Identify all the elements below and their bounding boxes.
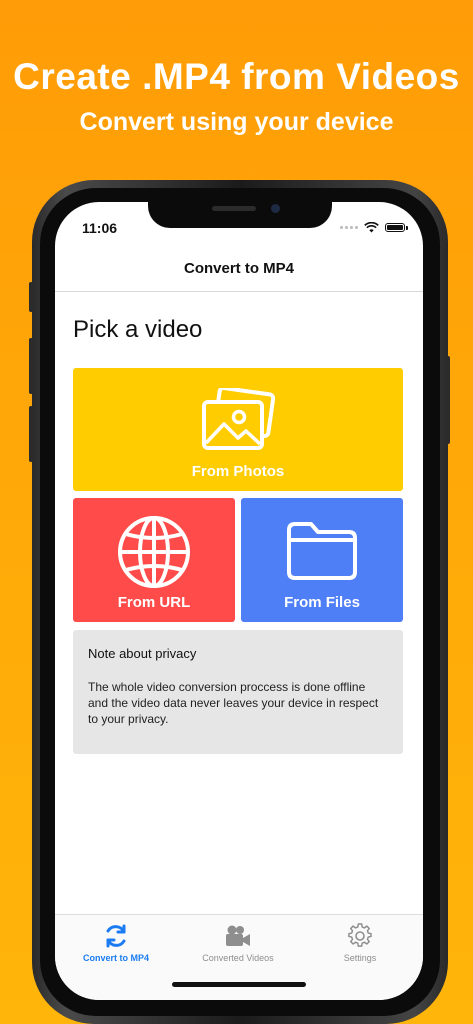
front-camera [271, 204, 280, 213]
from-files-label: From Files [284, 594, 360, 611]
gear-icon [348, 923, 372, 947]
from-files-button[interactable]: From Files [241, 498, 403, 622]
privacy-title: Note about privacy [88, 646, 197, 661]
phone-screen: 11:06 Convert to MP4 Pick a video From P… [55, 202, 423, 1000]
globe-icon [118, 516, 190, 588]
from-url-label: From URL [117, 594, 191, 611]
phone-volume-up [29, 338, 33, 394]
tab-settings[interactable]: Settings [299, 923, 421, 963]
notch [148, 202, 332, 228]
tab-convert-to-mp4-label: Convert to MP4 [82, 953, 149, 963]
phone-volume-down [29, 406, 33, 462]
tab-bar: Convert to MP4 Converted Videos Settings [55, 914, 423, 1000]
home-indicator [172, 982, 306, 987]
speaker-grille [212, 206, 256, 211]
folder-icon [287, 522, 357, 580]
tab-settings-label: Settings [343, 953, 377, 963]
convert-icon [106, 924, 126, 948]
nav-divider [55, 291, 423, 292]
privacy-body: The whole video conversion proccess is d… [88, 680, 379, 726]
privacy-note: Note about privacy The whole video conve… [73, 630, 403, 754]
tab-convert-to-mp4[interactable]: Convert to MP4 [55, 923, 177, 963]
from-photos-label: From Photos [191, 463, 285, 480]
battery-icon [385, 223, 408, 232]
nav-title: Convert to MP4 [183, 260, 294, 277]
video-camera-icon [226, 925, 250, 946]
wifi-icon [364, 222, 379, 233]
promo-subline: Convert using your device [79, 108, 394, 136]
status-time: 11:06 [82, 220, 118, 236]
signal-dots-icon [340, 226, 358, 229]
phone-mute-switch [29, 282, 33, 312]
photos-icon [202, 388, 276, 450]
status-icons [340, 222, 408, 233]
from-url-button[interactable]: From URL [73, 498, 235, 622]
section-title: Pick a video [73, 316, 203, 343]
from-photos-button[interactable]: From Photos [73, 368, 403, 491]
phone-power-button [446, 356, 450, 444]
tab-converted-videos-label: Converted Videos [202, 953, 274, 963]
tab-converted-videos[interactable]: Converted Videos [177, 923, 299, 963]
promo-headline: Create .MP4 from Videos [13, 56, 460, 97]
